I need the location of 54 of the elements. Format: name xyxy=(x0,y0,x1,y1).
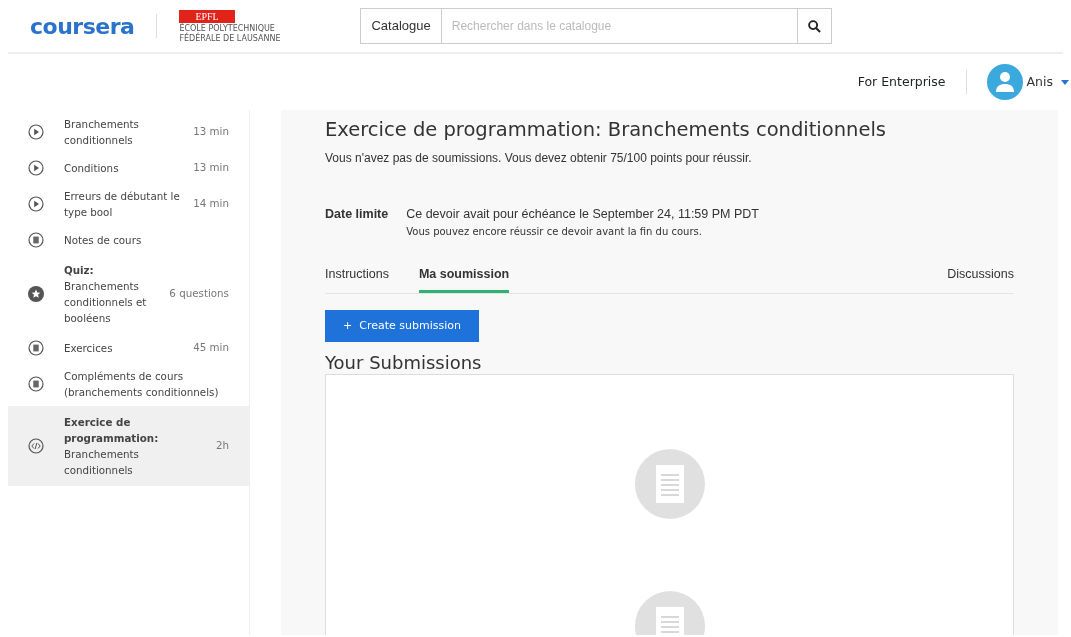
create-submission-button[interactable]: + Create submission xyxy=(325,309,479,343)
page-title: Exercice de programmation: Branchements conditionnels xyxy=(325,118,887,142)
lesson-duration: 45 min xyxy=(193,340,229,356)
lesson-item[interactable]: Erreurs de débutant le type bool 14 min xyxy=(8,182,249,226)
user-name[interactable]: Anis xyxy=(1026,72,1053,92)
lesson-title: Erreurs de débutant le type bool xyxy=(64,189,181,220)
enterprise-link[interactable]: For Enterprise xyxy=(857,72,946,92)
lesson-duration: 14 min xyxy=(193,196,229,212)
lesson-item[interactable]: Compléments de cours (branchements conditionnels) xyxy=(8,362,249,406)
lesson-item[interactable]: Quiz: Branchements conditionnels et booléens 6 questions xyxy=(8,254,249,334)
document-icon xyxy=(28,232,44,248)
document-icon xyxy=(28,376,44,392)
play-icon xyxy=(28,124,44,140)
lesson-item[interactable]: Branchements conditionnels 13 min xyxy=(8,110,249,154)
logo-caption: ÉCOLE POLYTECHNIQUE xyxy=(179,23,275,33)
document-icon xyxy=(634,449,705,519)
caret-icon[interactable] xyxy=(1061,79,1069,85)
search-icon xyxy=(808,19,822,33)
lesson-item[interactable]: Conditions 13 min xyxy=(8,154,249,182)
deadline-text: Ce devoir avait pour échéance le September 24, 11:59 PM PDT xyxy=(406,206,759,224)
lesson-duration: 2h xyxy=(215,438,229,454)
lesson-duration: 13 min xyxy=(193,124,229,140)
logo[interactable]: coursera xyxy=(30,9,135,43)
lesson-title: Branchements conditionnels xyxy=(64,447,140,478)
lesson-title: Exercices xyxy=(64,341,114,356)
search-field[interactable]: Rechercher dans le catalogue xyxy=(441,8,799,44)
lesson-label: Exercice de programmation: xyxy=(64,415,160,446)
lesson-title: Branchements conditionnels et booléens xyxy=(64,279,148,326)
tab[interactable]: Instructions xyxy=(325,261,389,293)
section-title: Your Submissions xyxy=(325,352,483,374)
lesson-item[interactable]: Notes de cours xyxy=(8,226,249,254)
play-icon xyxy=(28,196,44,212)
lesson-duration: 6 questions xyxy=(169,286,229,302)
tab[interactable]: Ma soumission xyxy=(418,261,510,293)
lesson-item[interactable]: Exercices 45 min xyxy=(8,334,249,362)
play-icon xyxy=(28,160,44,176)
deadline-note: Vous pouvez encore réussir ce devoir avant la fin du cours. xyxy=(406,225,703,240)
lesson-item[interactable]: Exercice de programmation: Branchements conditionnels 2h xyxy=(8,406,249,486)
summary-text: Vous n'avez pas de soumissions. Vous devez obtenir 75/100 points pour réussir. xyxy=(325,150,753,168)
lesson-title: Compléments de cours (branchements conditionnels) xyxy=(64,369,220,400)
logo-caption: FÉDÉRALE DE LAUSANNE xyxy=(179,33,281,43)
lesson-title: Notes de cours xyxy=(64,233,143,248)
user-avatar[interactable] xyxy=(986,64,1023,100)
catalogue-label: Catalogue xyxy=(360,8,442,44)
partner-logo: EPFL xyxy=(179,9,235,23)
code-icon xyxy=(28,438,44,454)
search-button[interactable] xyxy=(798,8,833,44)
lesson-label: Quiz: xyxy=(64,263,95,278)
lesson-title: Conditions xyxy=(64,161,120,176)
lesson-duration: 13 min xyxy=(193,160,229,176)
deadline-label: Date limite xyxy=(325,206,389,224)
tab[interactable]: Discussions xyxy=(947,261,1014,293)
lesson-title: Branchements conditionnels xyxy=(64,117,140,148)
document-icon xyxy=(28,340,44,356)
